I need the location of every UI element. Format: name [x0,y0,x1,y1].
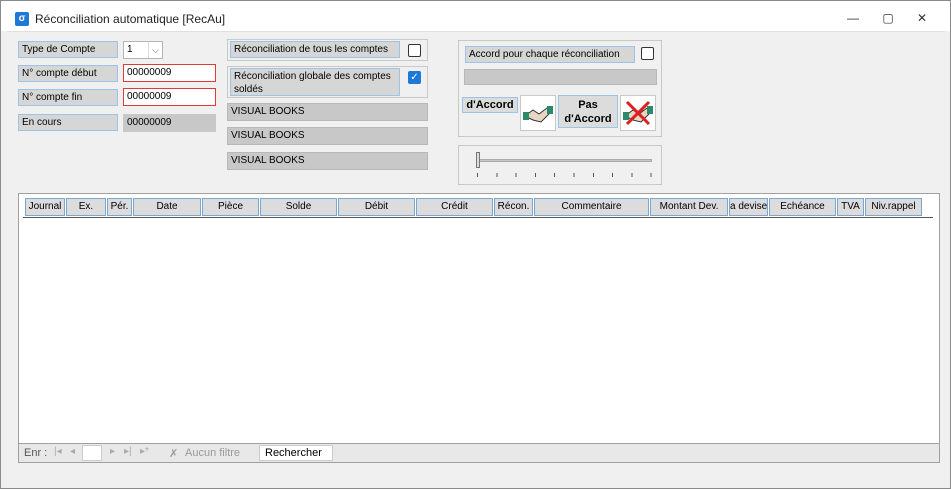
compte-debut-field[interactable]: 00000009 [123,64,216,82]
form-content: Type de Compte 1 ⌵ N° compte début 00000… [7,31,945,486]
new-record-icon[interactable]: ▸* [140,446,149,457]
accord-label: d'Accord [462,97,518,113]
close-button[interactable]: ✕ [913,10,931,26]
en-cours-field: 00000009 [123,114,216,132]
col-tva[interactable]: TVA [837,198,864,216]
slider-thumb[interactable] [476,152,480,168]
col-credit[interactable]: Crédit [416,198,493,216]
col-commentaire[interactable]: Commentaire [534,198,649,216]
slider-ticks [477,173,652,177]
first-record-icon[interactable]: |◂ [54,446,62,457]
compte-fin-field[interactable]: 00000009 [123,88,216,106]
prev-record-icon[interactable]: ◂ [70,446,75,457]
col-piece[interactable]: Pièce [202,198,259,216]
header-divider [23,217,933,218]
maximize-button[interactable]: ▢ [879,10,897,26]
col-date[interactable]: Date [133,198,201,216]
visual-books-3: VISUAL BOOKS [227,152,428,170]
filter-icon: ✗ [169,448,179,460]
globale-checkbox[interactable]: ✓ [408,71,421,84]
tous-comptes-label: Réconciliation de tous les comptes [230,41,400,58]
main-window: σ Réconciliation automatique [RecAu] — ▢… [0,0,951,489]
visual-books-1: VISUAL BOOKS [227,103,428,121]
last-record-icon[interactable]: ▸| [124,446,132,457]
type-compte-select[interactable]: 1 ⌵ [123,41,163,59]
type-compte-value: 1 [127,44,133,55]
col-niv-rappel[interactable]: Niv.rappel [865,198,922,216]
col-ex[interactable]: Ex. [66,198,106,216]
col-journal[interactable]: Journal [25,198,65,216]
globale-label: Réconciliation globale des comptes soldé… [230,68,400,96]
record-label: Enr : [24,447,48,459]
pas-accord-label: Pas d'Accord [558,95,618,128]
col-per[interactable]: Pér. [107,198,132,216]
col-solde[interactable]: Solde [260,198,337,216]
app-icon: σ [15,12,29,26]
visual-books-2: VISUAL BOOKS [227,127,428,145]
slider-group [458,145,662,185]
accord-chaque-checkbox[interactable] [641,47,654,60]
no-handshake-icon[interactable] [620,95,656,131]
slider-track[interactable] [477,159,652,162]
col-devise[interactable]: a devise [729,198,768,216]
compte-fin-label: N° compte fin [18,89,118,106]
type-compte-label: Type de Compte [18,41,118,58]
filter-label[interactable]: Aucun filtre [185,447,240,459]
compte-debut-label: N° compte début [18,65,118,82]
en-cours-label: En cours [18,114,118,131]
record-navigation: Enr : |◂ ◂ ▸ ▸| ▸* ✗ Aucun filtre Recher… [18,443,940,463]
next-record-icon[interactable]: ▸ [110,446,115,457]
title-bar: σ Réconciliation automatique [RecAu] — ▢… [1,1,950,31]
col-echeance[interactable]: Echéance [769,198,836,216]
handshake-icon[interactable] [520,95,556,131]
col-recon[interactable]: Récon. [494,198,533,216]
tous-comptes-group: Réconciliation de tous les comptes [227,39,428,61]
col-debit[interactable]: Débit [338,198,415,216]
records-grid: Journal Ex. Pér. Date Pièce Solde Débit … [18,193,940,463]
globale-group: Réconciliation globale des comptes soldé… [227,66,428,98]
window-title: Réconciliation automatique [RecAu] [35,12,226,26]
accord-group: Accord pour chaque réconciliation d'Acco… [458,40,662,137]
search-input[interactable]: Rechercher [259,445,333,461]
col-montant-dev[interactable]: Montant Dev. [650,198,728,216]
record-number-input[interactable] [82,445,102,461]
minimize-button[interactable]: — [844,10,862,26]
tous-comptes-checkbox[interactable] [408,44,421,57]
chevron-down-icon[interactable]: ⌵ [148,42,162,58]
accord-chaque-label: Accord pour chaque réconciliation [465,46,635,63]
accord-status-bar [464,69,657,85]
